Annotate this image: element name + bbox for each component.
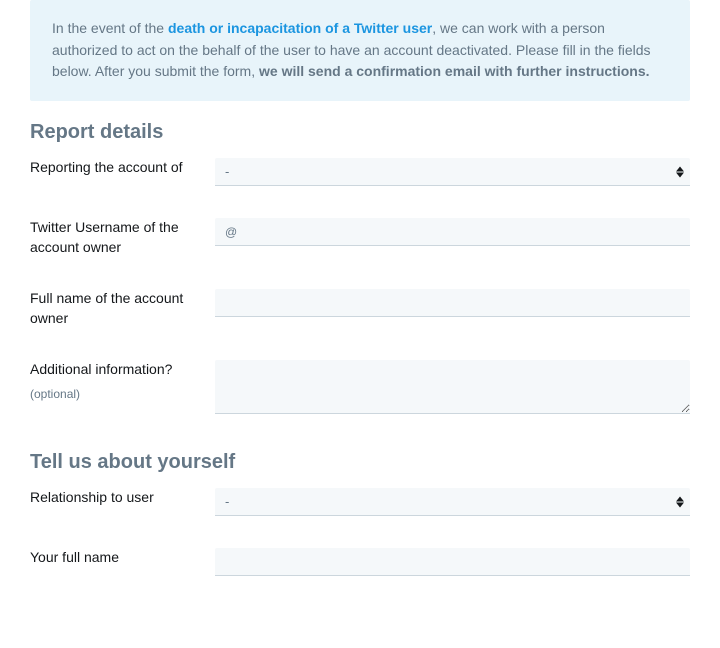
field-account-fullname: Full name of the account owner [30,289,690,328]
label-additional-info: Additional information? (optional) [30,360,215,402]
username-input[interactable] [215,218,690,246]
field-username: Twitter Username of the account owner @ [30,218,690,257]
notice-pre: In the event of the [52,20,168,36]
additional-info-textarea[interactable] [215,360,690,414]
page-root: In the event of the death or incapacitat… [0,0,720,648]
field-relationship: Relationship to user - [30,488,690,516]
label-additional-info-text: Additional information? [30,361,172,377]
notice-bold: we will send a confirmation email with f… [259,63,650,79]
info-notice: In the event of the death or incapacitat… [30,0,690,101]
label-additional-info-optional: (optional) [30,386,205,403]
field-additional-info: Additional information? (optional) [30,360,690,419]
section-title-about-yourself: Tell us about yourself [30,451,690,474]
field-reporting-account: Reporting the account of - [30,158,690,186]
label-reporting-account: Reporting the account of [30,158,215,178]
notice-link[interactable]: death or incapacitation of a Twitter use… [168,20,432,36]
field-your-fullname: Your full name [30,548,690,576]
label-account-fullname: Full name of the account owner [30,289,215,328]
label-your-fullname: Your full name [30,548,215,568]
select-reporting-account-value: - [215,158,690,186]
section-title-report-details: Report details [30,121,690,144]
select-reporting-account[interactable]: - [215,158,690,186]
select-relationship-value: - [215,488,690,516]
select-relationship[interactable]: - [215,488,690,516]
label-relationship: Relationship to user [30,488,215,508]
account-fullname-input[interactable] [215,289,690,317]
label-username: Twitter Username of the account owner [30,218,215,257]
your-fullname-input[interactable] [215,548,690,576]
